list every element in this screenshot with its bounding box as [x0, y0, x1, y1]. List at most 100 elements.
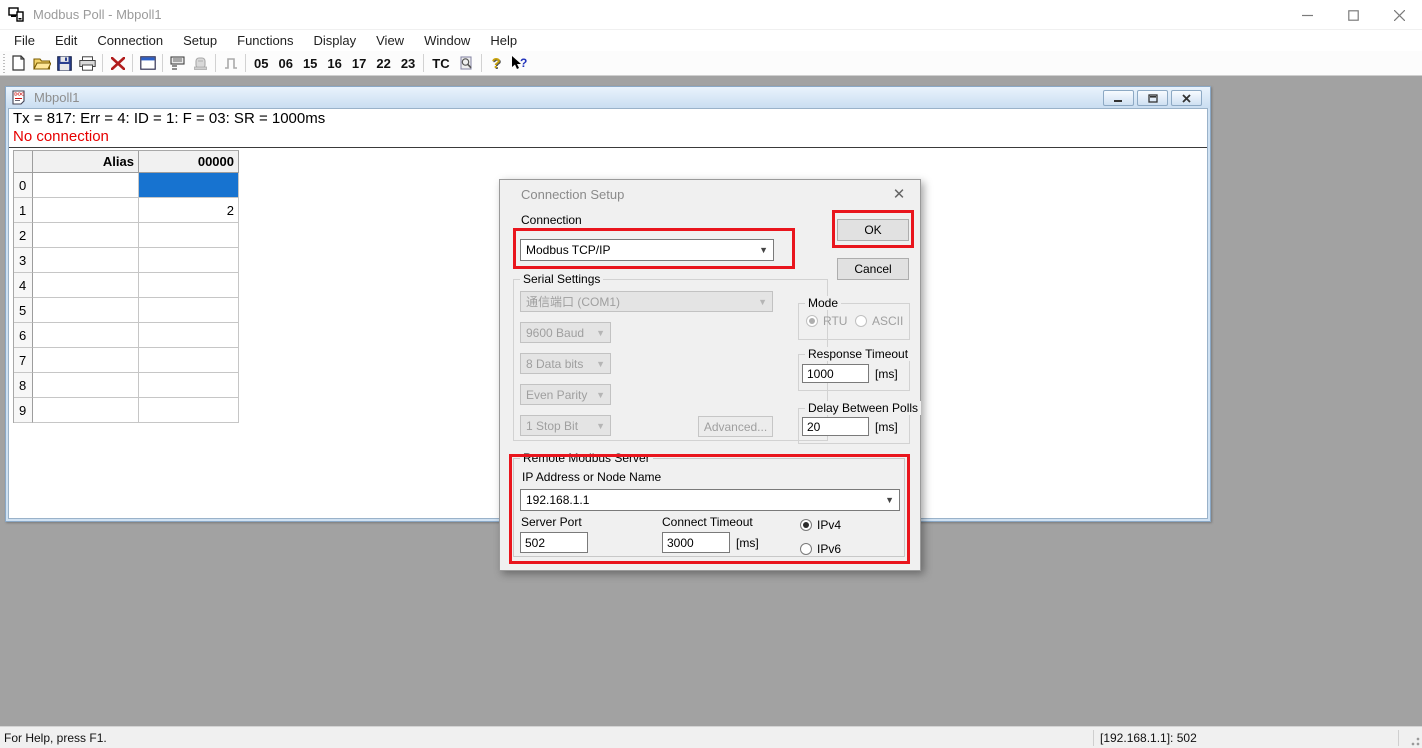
communication-traffic-icon[interactable]: [166, 53, 189, 74]
chevron-down-icon: ▼: [759, 245, 768, 255]
alias-cell[interactable]: [33, 248, 139, 273]
delay-input[interactable]: [802, 417, 869, 436]
function-code-17-button[interactable]: 17: [347, 53, 371, 74]
row-number-cell[interactable]: 0: [14, 173, 33, 198]
menu-edit[interactable]: Edit: [45, 31, 87, 50]
row-number-cell[interactable]: 4: [14, 273, 33, 298]
row-number-cell[interactable]: 9: [14, 398, 33, 423]
setup-window-icon[interactable]: [136, 53, 159, 74]
toolbar-separator: [215, 54, 216, 72]
grid-row: 0: [14, 173, 239, 198]
function-code-06-button[interactable]: 06: [273, 53, 297, 74]
new-file-icon[interactable]: [7, 53, 30, 74]
svg-text:?: ?: [520, 56, 527, 70]
alias-column-header[interactable]: Alias: [33, 151, 139, 173]
value-cell[interactable]: [139, 398, 239, 423]
ascii-radio: ASCII: [855, 314, 903, 328]
menu-view[interactable]: View: [366, 31, 414, 50]
connection-dropdown[interactable]: Modbus TCP/IP ▼: [520, 239, 774, 261]
ip-address-dropdown[interactable]: 192.168.1.1 ▼: [520, 489, 900, 511]
ok-button[interactable]: OK: [837, 219, 909, 241]
row-number-cell[interactable]: 7: [14, 348, 33, 373]
row-number-cell[interactable]: 5: [14, 298, 33, 323]
row-number-cell[interactable]: 3: [14, 248, 33, 273]
com-port-dropdown: 通信端口 (COM1)▼: [520, 291, 773, 312]
grid-row: 2: [14, 223, 239, 248]
menu-display[interactable]: Display: [304, 31, 367, 50]
delay-between-polls-label: Delay Between Polls: [805, 401, 921, 415]
child-titlebar[interactable]: DOC Mbpoll1: [6, 87, 1210, 108]
value-cell[interactable]: [139, 323, 239, 348]
alias-cell[interactable]: [33, 373, 139, 398]
grid-row: 12: [14, 198, 239, 223]
toolbar-separator: [102, 54, 103, 72]
toolbar-separator: [423, 54, 424, 72]
baud-rate-dropdown: 9600 Baud▼: [520, 322, 611, 343]
menu-connection[interactable]: Connection: [87, 31, 173, 50]
close-button[interactable]: [1376, 0, 1422, 30]
menubar: FileEditConnectionSetupFunctionsDisplayV…: [0, 30, 1422, 51]
response-timeout-input[interactable]: [802, 364, 869, 383]
maximize-button[interactable]: [1330, 0, 1376, 30]
dialog-close-icon[interactable]: ✕: [888, 185, 910, 203]
ipv6-radio[interactable]: IPv6: [800, 542, 841, 556]
statusbar: For Help, press F1. [192.168.1.1]: 502: [0, 726, 1422, 748]
function-code-15-button[interactable]: 15: [298, 53, 322, 74]
function-code-05-button[interactable]: 05: [249, 53, 273, 74]
titlebar: Modbus Poll - Mbpoll1: [0, 0, 1422, 30]
value-cell[interactable]: [139, 298, 239, 323]
radio-dot: [800, 519, 812, 531]
scan-rate-icon[interactable]: [455, 53, 478, 74]
client-divider: [9, 147, 1207, 148]
function-code-23-button[interactable]: 23: [396, 53, 420, 74]
row-number-cell[interactable]: 1: [14, 198, 33, 223]
alias-cell[interactable]: [33, 398, 139, 423]
connection-error-line: No connection: [13, 128, 109, 145]
child-minimize-button[interactable]: [1103, 90, 1134, 106]
menu-window[interactable]: Window: [414, 31, 480, 50]
save-icon[interactable]: [53, 53, 76, 74]
alias-cell[interactable]: [33, 273, 139, 298]
minimize-button[interactable]: [1284, 0, 1330, 30]
resize-grip[interactable]: [1408, 734, 1420, 746]
value-cell[interactable]: [139, 223, 239, 248]
value-cell[interactable]: [139, 273, 239, 298]
value-cell[interactable]: [139, 348, 239, 373]
disconnect-icon[interactable]: [106, 53, 129, 74]
menu-file[interactable]: File: [4, 31, 45, 50]
print-icon[interactable]: [76, 53, 99, 74]
menu-functions[interactable]: Functions: [227, 31, 303, 50]
function-code-22-button[interactable]: 22: [371, 53, 395, 74]
alias-cell[interactable]: [33, 173, 139, 198]
test-center-button[interactable]: TC: [427, 53, 454, 74]
dialog-title: Connection Setup: [521, 187, 624, 202]
alias-cell[interactable]: [33, 298, 139, 323]
connect-timeout-input[interactable]: [662, 532, 730, 553]
toolbar-separator: [162, 54, 163, 72]
menu-setup[interactable]: Setup: [173, 31, 227, 50]
value-column-header[interactable]: 00000: [139, 151, 239, 173]
cancel-button[interactable]: Cancel: [837, 258, 909, 280]
ipv4-radio[interactable]: IPv4: [800, 518, 841, 532]
open-file-icon[interactable]: [30, 53, 53, 74]
alias-cell[interactable]: [33, 348, 139, 373]
function-code-16-button[interactable]: 16: [322, 53, 346, 74]
help-icon[interactable]: ?: [485, 53, 508, 74]
menu-help[interactable]: Help: [480, 31, 527, 50]
context-help-icon[interactable]: ?: [508, 53, 531, 74]
row-number-cell[interactable]: 8: [14, 373, 33, 398]
row-number-cell[interactable]: 6: [14, 323, 33, 348]
alias-cell[interactable]: [33, 223, 139, 248]
connection-setup-dialog: Connection Setup ✕ Connection Modbus TCP…: [499, 179, 921, 571]
value-cell[interactable]: [139, 248, 239, 273]
child-restore-button[interactable]: [1137, 90, 1168, 106]
row-number-cell[interactable]: 2: [14, 223, 33, 248]
grid-row: 3: [14, 248, 239, 273]
value-cell[interactable]: [139, 373, 239, 398]
server-port-input[interactable]: [520, 532, 588, 553]
alias-cell[interactable]: [33, 323, 139, 348]
alias-cell[interactable]: [33, 198, 139, 223]
child-close-button[interactable]: [1171, 90, 1202, 106]
value-cell[interactable]: [139, 173, 239, 198]
value-cell[interactable]: 2: [139, 198, 239, 223]
